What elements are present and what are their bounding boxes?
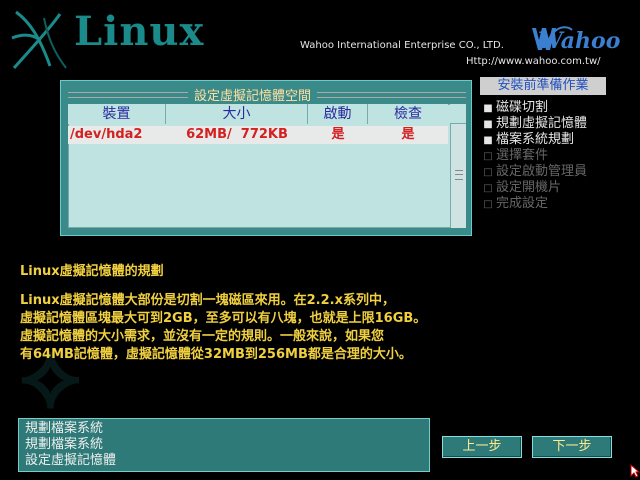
step-done-icon: ■	[483, 135, 493, 146]
step-item: ■ 規劃虛擬記憶體	[480, 116, 630, 132]
help-line: 虛擬記憶體的大小需求，並沒有一定的規則。一般來說，如果您	[20, 329, 385, 344]
mouse-cursor-icon	[630, 464, 640, 478]
steps-title: 安裝前準備作業	[480, 77, 606, 95]
help-line: 有64MB記憶體，虛擬記憶體從32MB到256MB都是合理的大小。	[20, 347, 412, 362]
company-url: Http://www.wahoo.com.tw/	[466, 56, 601, 67]
column-header-active[interactable]: 啟動	[308, 104, 368, 124]
panel-title: 設定虛擬記憶體空間	[188, 85, 318, 104]
prev-button[interactable]: 上一步	[442, 436, 522, 458]
step-pending-icon: □	[483, 199, 493, 210]
help-line: 虛擬記憶體區塊最大可到2GB，至多可以有八塊，也就是上限16GB。	[20, 311, 427, 326]
step-label: 設定開機片	[496, 180, 562, 195]
step-label: 規劃虛擬記憶體	[496, 116, 588, 131]
next-button[interactable]: 下一步	[532, 436, 612, 458]
step-pending-icon: □	[483, 151, 493, 162]
table-header: 裝置 大小 啟動 檢查	[68, 104, 448, 124]
step-done-icon: ■	[483, 103, 493, 114]
step-done-icon: ■	[483, 119, 493, 130]
cell-device: /dev/hda2	[70, 127, 143, 142]
log-line: 規劃檔案系統	[25, 437, 104, 452]
column-header-size[interactable]: 大小	[166, 104, 308, 124]
help-text: Linux虛擬記憶體大部份是切割一塊磁區來用。在2.2.x系列中， 虛擬記憶體區…	[20, 292, 500, 364]
step-item: ■ 磁碟切割	[480, 100, 630, 116]
cell-check: 是	[401, 127, 415, 142]
scrollbar-cap	[450, 104, 466, 124]
step-label: 檔案系統規劃	[496, 132, 575, 147]
company-name: Wahoo International Enterprise CO., LTD.	[300, 40, 504, 51]
help-title: Linux虛擬記憶體的規劃	[20, 264, 164, 279]
step-label: 選擇套件	[496, 148, 549, 163]
linux-x-logo-icon	[11, 10, 67, 70]
progress-log: 規劃檔案系統 規劃檔案系統 設定虛擬記憶體	[18, 418, 430, 472]
brand-wordmark: Wahoo	[538, 28, 621, 54]
install-steps-list: ■ 磁碟切割 ■ 規劃虛擬記憶體 ■ 檔案系統規劃 □ 選擇套件 □ 設定啟動管理員 □ 設…	[480, 100, 630, 212]
log-line: 規劃檔案系統	[25, 421, 104, 436]
table-row[interactable]: /dev/hda2 62MB/ 772KB 是 是	[68, 126, 448, 144]
cell-size: 62MB/ 772KB	[186, 127, 288, 142]
step-item: ■ 檔案系統規劃	[480, 132, 630, 148]
cell-active: 是	[331, 127, 345, 142]
step-label: 完成設定	[496, 196, 549, 211]
column-header-check[interactable]: 檢查	[368, 104, 448, 124]
step-item: □ 設定啟動管理員	[480, 164, 630, 180]
step-item: □ 完成設定	[480, 196, 630, 212]
scrollbar-grip-icon[interactable]	[455, 170, 463, 180]
step-item: □ 設定開機片	[480, 180, 630, 196]
product-title: Linux	[74, 8, 205, 55]
step-label: 設定啟動管理員	[496, 164, 588, 179]
step-item: □ 選擇套件	[480, 148, 630, 164]
help-line: Linux虛擬記憶體大部份是切割一塊磁區來用。在2.2.x系列中，	[20, 293, 395, 308]
step-pending-icon: □	[483, 183, 493, 194]
log-line: 設定虛擬記憶體	[25, 453, 117, 468]
step-pending-icon: □	[483, 167, 493, 178]
column-header-device[interactable]: 裝置	[68, 104, 166, 124]
step-label: 磁碟切割	[496, 100, 549, 115]
